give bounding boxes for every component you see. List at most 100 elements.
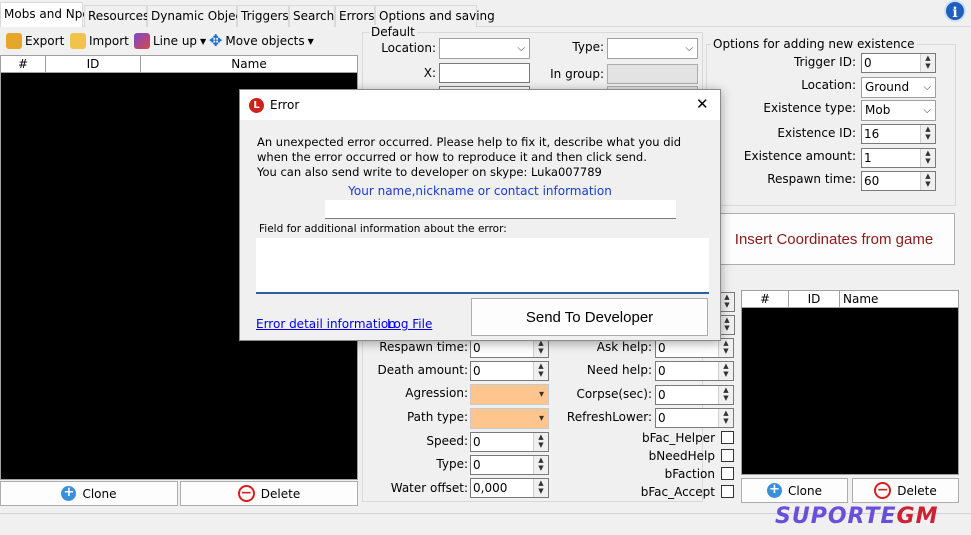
speed-stepper[interactable]: 0 ▲ ▼: [470, 432, 549, 452]
right-grid[interactable]: # ID Name: [741, 290, 959, 475]
spin-arrows-icon[interactable]: ▲ ▼: [719, 316, 734, 334]
bfaction-checkbox[interactable]: [721, 467, 734, 480]
tab-resources[interactable]: Resources: [84, 5, 149, 27]
need-help-label: Need help:: [586, 363, 652, 377]
bfaction-label: bFaction: [664, 467, 715, 481]
bfac-accept-checkbox[interactable]: [721, 485, 734, 498]
export-button[interactable]: Export: [6, 31, 64, 51]
spin-arrows-icon[interactable]: ▲ ▼: [920, 125, 935, 143]
type-label: Type:: [572, 40, 604, 54]
spin-arrows-icon[interactable]: ▲ ▼: [718, 339, 733, 357]
existence-id-value: 16: [864, 127, 880, 141]
column-header-name[interactable]: Name: [840, 291, 958, 307]
tab-dynamic-objects[interactable]: Dynamic Objects: [147, 5, 253, 27]
import-icon: [70, 33, 86, 49]
move-objects-button[interactable]: ✥ Move objects ▼: [209, 31, 314, 51]
refresh-lower-value: 0: [658, 411, 666, 425]
spin-arrows-icon[interactable]: ▲ ▼: [718, 362, 733, 380]
insert-coordinates-button[interactable]: Insert Coordinates from game: [713, 213, 955, 265]
column-header-name[interactable]: Name: [141, 56, 357, 72]
ask-help-stepper[interactable]: 0 ▲ ▼: [655, 338, 734, 358]
spin-arrows-icon[interactable]: ▲ ▼: [718, 409, 733, 427]
right-clone-button[interactable]: + Clone: [741, 478, 848, 503]
import-button[interactable]: Import: [70, 31, 129, 51]
contact-input[interactable]: [325, 200, 676, 219]
spin-arrows-icon[interactable]: ▲ ▼: [533, 362, 548, 380]
dialog-title-bar: L Error ✕: [240, 90, 720, 120]
option-location-select[interactable]: Ground ⌵: [861, 77, 936, 98]
watermark-part1: SUPORTE: [775, 504, 897, 529]
send-to-developer-button[interactable]: Send To Developer: [471, 298, 708, 336]
location-label: Location:: [381, 41, 436, 55]
tab-mobs-and-npcs[interactable]: Mobs and Npcs: [0, 2, 95, 27]
existence-type-label: Existence type:: [763, 101, 856, 115]
spin-arrows-icon[interactable]: ▲ ▼: [718, 386, 733, 404]
log-file-link[interactable]: Log File: [387, 317, 432, 331]
line-up-icon: [134, 33, 150, 49]
clone-button[interactable]: + Clone: [0, 481, 178, 506]
spin-arrows-icon[interactable]: ▲ ▼: [533, 433, 548, 451]
type-select[interactable]: ⌵: [607, 38, 698, 59]
corpse-stepper[interactable]: 0 ▲ ▼: [655, 385, 734, 405]
spin-arrows-icon[interactable]: ▲ ▼: [920, 172, 935, 190]
death-amount-stepper[interactable]: 0 ▲ ▼: [470, 361, 549, 381]
refresh-lower-label: RefreshLower:: [566, 410, 652, 424]
trigger-id-value: 0: [864, 56, 872, 70]
type-stepper[interactable]: 0 ▲ ▼: [470, 455, 549, 475]
column-header-number[interactable]: #: [1, 56, 46, 72]
chevron-down-icon: ⌵: [923, 105, 931, 116]
bfac-helper-label: bFac_Helper: [641, 431, 715, 445]
type-field-label: Type:: [436, 457, 468, 471]
minus-icon: −: [237, 485, 255, 502]
chevron-down-icon: ▾: [538, 389, 544, 400]
move-objects-label: Move objects: [225, 34, 305, 48]
move-icon: ✥: [209, 31, 223, 50]
respawn-time-option-stepper[interactable]: 60 ▲ ▼: [861, 171, 936, 191]
error-detail-link[interactable]: Error detail information: [256, 317, 396, 331]
type-value: 0: [473, 458, 481, 472]
death-amount-label: Death amount:: [377, 363, 468, 377]
speed-label: Speed:: [426, 434, 468, 448]
spin-arrows-icon[interactable]: ▲ ▼: [533, 479, 548, 497]
column-header-number[interactable]: #: [742, 291, 789, 307]
bneed-help-checkbox[interactable]: [721, 449, 734, 462]
tab-bar: Mobs and Npcs Resources Dynamic Objects …: [0, 0, 971, 27]
spin-arrows-icon[interactable]: ▲ ▼: [533, 339, 548, 357]
existence-id-stepper[interactable]: 16 ▲ ▼: [861, 124, 936, 144]
x-input[interactable]: [439, 63, 530, 83]
tab-search[interactable]: Search: [289, 5, 335, 27]
info-icon[interactable]: i: [944, 0, 966, 22]
water-offset-stepper[interactable]: 0,000 ▲ ▼: [470, 478, 549, 498]
tab-options-and-saving[interactable]: Options and saving: [375, 5, 495, 27]
respawn-time-option-label: Respawn time:: [767, 172, 856, 186]
error-message-line1: An unexpected error occurred. Please hel…: [257, 135, 681, 149]
existence-amount-stepper[interactable]: 1 ▲ ▼: [861, 148, 936, 168]
spin-arrows-icon[interactable]: ▲ ▼: [920, 54, 935, 72]
bfac-helper-checkbox[interactable]: [721, 431, 734, 444]
right-delete-button[interactable]: − Delete: [852, 478, 959, 503]
trigger-id-stepper[interactable]: 0 ▲ ▼: [861, 53, 936, 73]
location-select[interactable]: ⌵: [439, 38, 530, 59]
spin-arrows-icon[interactable]: ▲ ▼: [719, 293, 734, 311]
respawn-time-stepper[interactable]: 0 ▲ ▼: [470, 338, 549, 358]
app-logo-icon: L: [249, 98, 264, 113]
agression-select[interactable]: ▾: [470, 384, 549, 405]
need-help-stepper[interactable]: 0 ▲ ▼: [655, 361, 734, 381]
refresh-lower-stepper[interactable]: 0 ▲ ▼: [655, 408, 734, 428]
watermark-logo: SUPORTEGM: [775, 504, 938, 529]
bfac-accept-label: bFac_Accept: [640, 485, 715, 499]
column-header-id[interactable]: ID: [46, 56, 141, 72]
corpse-label: Corpse(sec):: [576, 387, 652, 401]
existence-type-select[interactable]: Mob ⌵: [861, 100, 936, 121]
import-label: Import: [89, 34, 129, 48]
delete-button[interactable]: − Delete: [180, 481, 358, 506]
tab-errors[interactable]: Errors: [335, 5, 375, 27]
spin-arrows-icon[interactable]: ▲ ▼: [920, 149, 935, 167]
column-header-id[interactable]: ID: [789, 291, 840, 307]
tab-triggers[interactable]: Triggers: [237, 5, 289, 27]
line-up-button[interactable]: Line up ▼: [134, 31, 206, 51]
additional-info-textarea[interactable]: [256, 238, 709, 294]
close-icon[interactable]: ✕: [696, 95, 709, 113]
path-type-select[interactable]: ▾: [470, 408, 549, 429]
spin-arrows-icon[interactable]: ▲ ▼: [533, 456, 548, 474]
